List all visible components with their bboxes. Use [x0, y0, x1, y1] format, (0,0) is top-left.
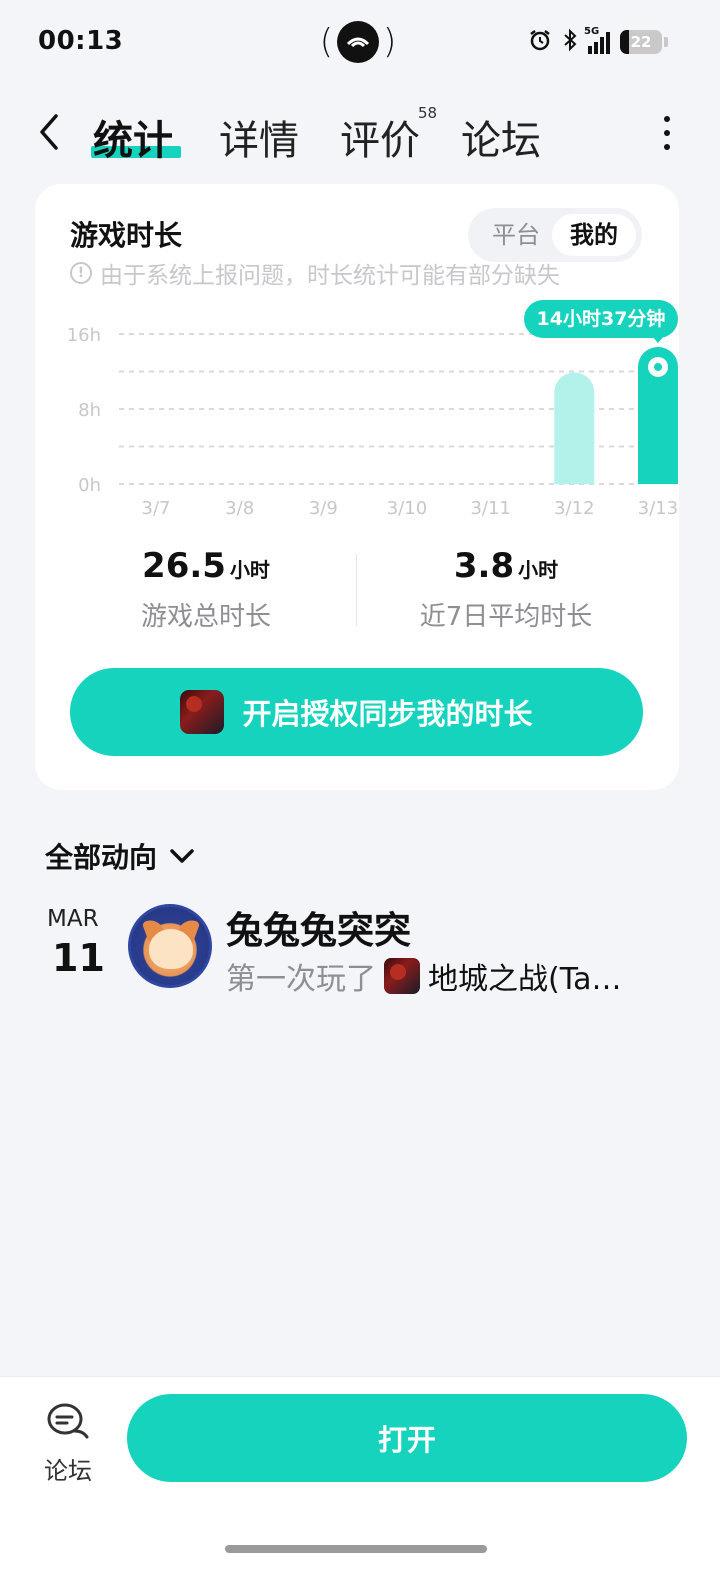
- status-icons: 5G 22: [528, 26, 668, 56]
- game-icon: [180, 690, 225, 734]
- tab-forum[interactable]: 论坛: [461, 108, 541, 166]
- status-time: 00:13: [38, 26, 124, 56]
- stats-row: 26.5 小时 游戏总时长 3.8 小时 近7日平均时长: [35, 546, 679, 636]
- y-tick-label: 8h: [78, 400, 101, 421]
- total-label: 游戏总时长: [140, 602, 271, 632]
- avg-unit: 小时: [518, 558, 559, 582]
- bluetooth-icon: [562, 28, 578, 56]
- toggle-mine[interactable]: 我的: [552, 214, 636, 256]
- bar-tooltip: 14小时37分钟: [524, 300, 678, 338]
- x-tick-label: 3/12: [554, 498, 594, 519]
- avatar[interactable]: [128, 904, 212, 988]
- avg-label: 近7日平均时长: [419, 602, 593, 632]
- more-options-button[interactable]: [662, 116, 672, 150]
- chevron-left-icon: [40, 114, 58, 150]
- card-title: 游戏时长: [70, 219, 183, 252]
- toggle-platform[interactable]: 平台: [476, 214, 556, 256]
- total-unit: 小时: [229, 558, 270, 582]
- reviews-count-badge: 58: [418, 104, 438, 122]
- open-game-button[interactable]: 打开: [127, 1394, 687, 1482]
- x-tick-label: 3/8: [225, 498, 254, 519]
- x-tick-label: 3/10: [387, 498, 427, 519]
- username[interactable]: 兔兔兔突突: [226, 900, 411, 954]
- status-bar: 00:13 ( ) 5G 22: [0, 0, 720, 90]
- chart-bar: [554, 372, 595, 484]
- bottom-bar: 论坛 打开: [0, 1376, 720, 1584]
- forum-button[interactable]: 论坛: [38, 1401, 98, 1486]
- activity-description: 第一次玩了 地城之战(Ta…: [226, 954, 621, 998]
- tab-details[interactable]: 详情: [219, 108, 299, 166]
- activity-day: 11: [52, 936, 105, 980]
- activity-filter[interactable]: 全部动向: [45, 836, 195, 876]
- game-icon: [384, 958, 420, 994]
- x-tick-label: 3/13: [638, 498, 678, 519]
- sync-playtime-button[interactable]: 开启授权同步我的时长: [70, 668, 643, 756]
- hotspot-icon: [337, 21, 379, 63]
- sync-button-label: 开启授权同步我的时长: [242, 697, 533, 731]
- info-icon: !: [70, 262, 92, 284]
- list-item[interactable]: MAR 11 兔兔兔突突 第一次玩了 地城之战(Ta…: [0, 900, 720, 1000]
- alarm-icon: [528, 28, 552, 56]
- network-type-label: 5G: [584, 26, 600, 37]
- forum-label: 论坛: [44, 1457, 92, 1485]
- top-nav: 统计 详情 评价 论坛: [0, 96, 720, 172]
- chevron-down-icon: [170, 849, 194, 863]
- battery-level: 22: [630, 33, 652, 51]
- forum-icon: [47, 1403, 89, 1439]
- activity-month: MAR: [47, 906, 99, 932]
- total-stat: 26.5 小时 游戏总时长: [45, 546, 367, 633]
- back-button[interactable]: [36, 110, 72, 154]
- home-indicator: [225, 1545, 487, 1553]
- data-notice: ! 由于系统上报问题，时长统计可能有部分缺失: [70, 256, 560, 290]
- total-value: 26.5: [142, 546, 226, 586]
- bar-marker-inner: [654, 362, 662, 371]
- activity-game-name[interactable]: 地城之战(Ta…: [428, 954, 621, 998]
- average-stat: 3.8 小时 近7日平均时长: [345, 546, 667, 633]
- battery-icon: 22: [620, 30, 662, 54]
- dynamic-island: ( ): [319, 21, 397, 63]
- x-tick-label: 3/11: [470, 498, 510, 519]
- source-toggle: 平台 我的: [468, 208, 642, 262]
- tab-reviews[interactable]: 评价: [340, 108, 420, 166]
- signal-icon: 5G: [584, 26, 610, 54]
- y-tick-label: 0h: [78, 475, 101, 496]
- activity-action: 第一次玩了: [226, 962, 376, 997]
- x-tick-label: 3/7: [142, 498, 171, 519]
- tab-stats[interactable]: 统计: [93, 108, 173, 166]
- playtime-card: 游戏时长 ! 由于系统上报问题，时长统计可能有部分缺失 平台 我的 0h 8h 16…: [35, 184, 679, 790]
- activity-filter-label: 全部动向: [45, 841, 158, 874]
- y-tick-label: 16h: [67, 325, 101, 346]
- x-tick-label: 3/9: [309, 498, 338, 519]
- avg-value: 3.8: [453, 546, 515, 586]
